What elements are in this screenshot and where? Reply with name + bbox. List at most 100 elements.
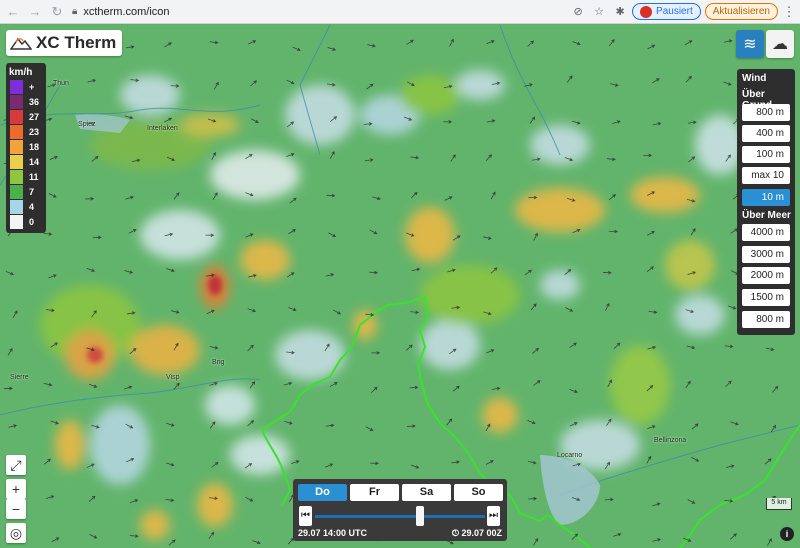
step-forward-button[interactable]: ⏭ [487,506,500,526]
legend-swatch [10,95,23,109]
legend-swatch [10,110,23,124]
legend-row: 4 [10,199,46,215]
star-icon[interactable]: ☆ [590,3,608,21]
reload-icon[interactable]: ↻ [48,3,66,21]
wind-speed-legend: km/h + 36 27 23 18 14 11 7 4 0 [6,63,46,233]
legend-swatch [10,155,23,169]
avatar [640,5,653,18]
place-label: Sierre [10,374,29,381]
target-icon: ◎ [9,524,23,541]
place-label: Spiez [78,121,96,128]
profile-label: Pausiert [656,6,693,17]
legend-value: + [29,82,35,92]
cloud-layer-button[interactable]: ☁ [766,30,794,58]
level-button[interactable]: 100 m [742,146,790,163]
update-label: Aktualisieren [712,6,770,17]
wind-layer-button[interactable]: ≋ [736,30,764,58]
locate-button[interactable]: ◎ [6,523,26,543]
legend-swatch [10,80,23,94]
extensions-icon[interactable]: ✱ [611,3,629,21]
map-layer [0,25,800,548]
cloud-icon: ☁ [772,36,788,53]
profile-button[interactable]: Pausiert [632,3,701,20]
mountain-icon [10,37,32,50]
layer-switcher: ≋ ☁ [736,30,794,62]
place-label: Locarno [557,452,583,459]
place-label: Bellinzona [654,437,687,444]
legend-row: 23 [10,124,46,140]
map-canvas[interactable]: Thun Spiez Interlaken Sierre Visp Brig L… [0,25,800,548]
legend-row: 0 [10,214,46,230]
legend-swatch [10,125,23,139]
legend-value: 36 [29,97,40,107]
legend-swatch [10,170,23,184]
legend-value: 14 [29,157,40,167]
address-bar[interactable]: xctherm.com/icon [83,6,569,18]
zoom-out-button[interactable]: − [6,499,26,519]
update-button[interactable]: Aktualisieren [704,3,778,20]
skip-back-icon: ⏮ [301,510,310,521]
legend-value: 7 [29,187,35,197]
legend-row: 18 [10,139,46,155]
wind-icon: ≋ [743,36,757,53]
browser-toolbar: ← → ↻ 🔒︎ xctherm.com/icon ⊘ ☆ ✱ Pausiert… [0,0,800,24]
forward-icon[interactable]: → [26,3,44,21]
place-label: Visp [166,374,180,381]
legend-value: 4 [29,202,35,212]
run-time: 🕓︎ 29.07 00Z [452,528,502,539]
lock-icon[interactable]: 🔒︎ [72,6,77,17]
info-icon[interactable]: i [780,527,794,541]
legend-row: + [10,79,46,95]
back-icon[interactable]: ← [4,3,22,21]
scale-bar: 5 km [766,498,792,510]
legend-value: 11 [29,172,39,182]
legend-row: 7 [10,184,46,200]
app-logo[interactable]: XC Therm [6,30,123,56]
legend-swatch [10,185,23,199]
panel-title: Wind [742,73,767,84]
sea-title: Über Meer [742,210,791,221]
legend-row: 14 [10,154,46,170]
logo-text: XC Therm [36,33,117,52]
legend-value: 0 [29,217,35,227]
fullscreen-icon: ⤢ [10,456,22,473]
minus-icon: − [11,501,21,517]
level-button[interactable]: 1500 m [742,289,790,306]
day-tab-fr[interactable]: Fr [350,484,399,501]
level-button[interactable]: 800 m [742,311,790,328]
day-tab-sa[interactable]: Sa [402,484,451,501]
time-slider-track[interactable] [315,515,485,518]
time-control: Do Fr Sa So ⏮ ⏭ 29.07 14:00 UTC 🕓︎ 29.07… [293,479,507,541]
level-button[interactable]: 3000 m [742,246,790,263]
level-button[interactable]: 800 m [742,104,790,121]
legend-value: 18 [29,142,40,152]
skip-forward-icon: ⏭ [489,510,498,521]
more-menu-icon[interactable]: ⋮ [782,4,796,20]
legend-swatch [10,215,23,229]
level-button[interactable]: 4000 m [742,224,790,241]
legend-row: 27 [10,109,46,125]
place-label: Interlaken [147,125,178,132]
current-time: 29.07 14:00 UTC [298,528,368,538]
block-icon[interactable]: ⊘ [569,3,587,21]
time-slider-handle[interactable] [416,506,425,526]
place-label: Brig [212,359,225,366]
place-label: Thun [53,80,69,87]
legend-row: 36 [10,94,46,110]
day-tab-so[interactable]: So [454,484,503,501]
fullscreen-button[interactable]: ⤢ [6,455,26,475]
day-tab-do[interactable]: Do [298,484,347,501]
legend-value: 27 [29,112,40,122]
legend-value: 23 [29,127,40,137]
legend-row: 11 [10,169,46,185]
zoom-in-button[interactable]: + [6,479,26,499]
step-back-button[interactable]: ⏮ [299,506,312,526]
level-button[interactable]: 2000 m [742,267,790,284]
level-panel: Wind Über Grund 800 m 400 m 100 m max 10… [737,69,795,335]
level-button-active[interactable]: 10 m [742,189,790,206]
run-time-label: 29.07 00Z [461,528,502,538]
level-button[interactable]: max 10 m [742,167,790,198]
level-button[interactable]: 400 m [742,125,790,142]
legend-swatch [10,140,23,154]
legend-unit: km/h [9,67,33,78]
